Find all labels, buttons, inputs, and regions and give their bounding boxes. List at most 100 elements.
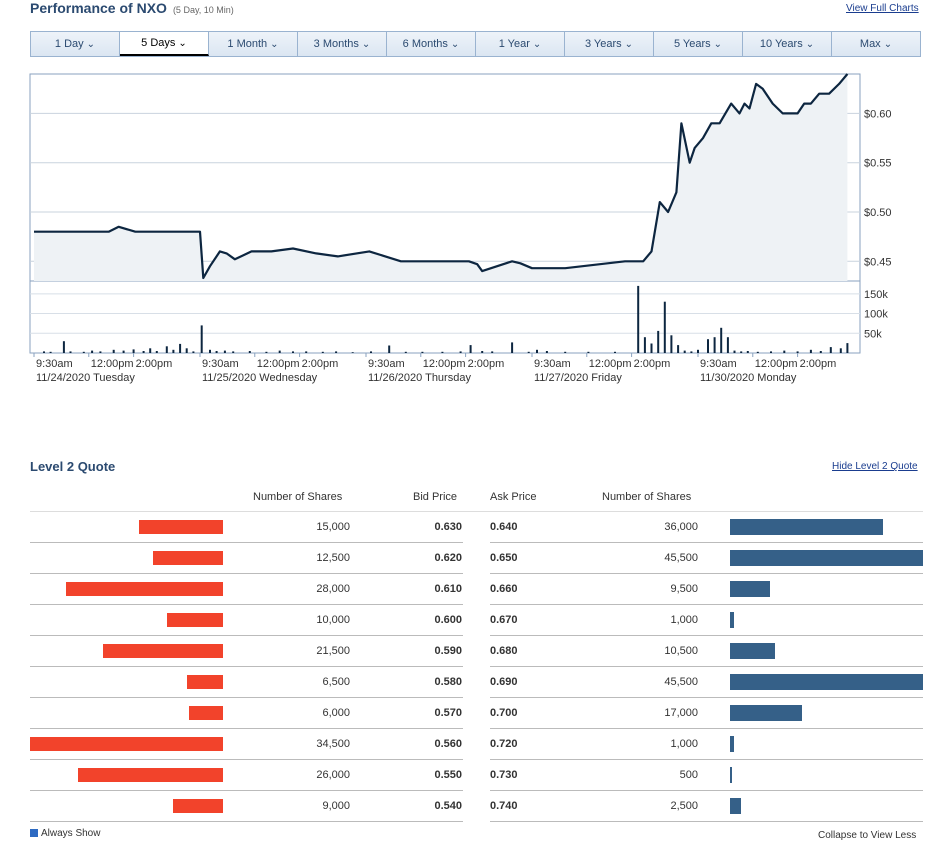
tab-5-years[interactable]: 5 Years ⌄ [654, 32, 743, 56]
volume-bar [278, 350, 281, 353]
ask-shares: 36,000 [664, 521, 698, 533]
volume-bar [670, 335, 673, 354]
volume-bar [99, 351, 102, 353]
level2-row: 6,000 0.570 0.700 17,000 [30, 698, 923, 729]
checkbox-icon[interactable] [30, 829, 38, 838]
bid-shares: 10,000 [316, 614, 350, 626]
tab-1-year[interactable]: 1 Year ⌄ [476, 32, 565, 56]
ask-price: 0.640 [490, 521, 518, 533]
x-tick-label: 2:00pm [468, 358, 505, 370]
ask-price: 0.660 [490, 583, 518, 595]
volume-bar [707, 339, 709, 353]
volume-bar [637, 285, 640, 353]
volume-bar [846, 343, 849, 353]
tab-label: 5 Days [141, 37, 176, 49]
price-tick-label: $0.45 [864, 256, 892, 268]
chevron-down-icon: ⌄ [805, 38, 815, 50]
bid-bar [153, 551, 223, 565]
ask-shares: 9,500 [670, 583, 698, 595]
bid-price: 0.540 [434, 800, 462, 812]
bid-price: 0.610 [434, 583, 462, 595]
bid-price: 0.590 [434, 645, 462, 657]
volume-bar [441, 351, 444, 353]
volume-bar [49, 351, 52, 353]
price-tick-label: $0.55 [864, 158, 892, 170]
x-tick-label: 12:00pm [589, 358, 632, 370]
bid-shares: 28,000 [316, 583, 350, 595]
price-area [34, 74, 848, 281]
chart-title: Performance of NXO (5 Day, 10 Min) [30, 0, 234, 16]
tab-max[interactable]: Max ⌄ [832, 32, 920, 56]
bid-price: 0.600 [434, 614, 462, 626]
day-label: 11/30/2020 Monday [700, 372, 797, 384]
bid-bar [187, 675, 223, 689]
level2-title: Level 2 Quote [30, 459, 116, 474]
tab-3-years[interactable]: 3 Years ⌄ [565, 32, 654, 56]
tab-1-day[interactable]: 1 Day ⌄ [31, 32, 120, 56]
chevron-down-icon: ⌄ [86, 38, 96, 50]
volume-bar [122, 350, 125, 353]
x-tick-label: 9:30am [534, 358, 571, 370]
volume-tick-label: 100k [864, 309, 888, 321]
volume-bar [155, 351, 158, 353]
volume-bar [142, 351, 145, 353]
chart-title-text: Performance of NXO [30, 0, 167, 16]
price-tick-label: $0.50 [864, 207, 892, 219]
bid-bar [189, 706, 223, 720]
row-divider [490, 821, 923, 822]
bid-bar [139, 520, 223, 534]
ask-bar [730, 550, 923, 566]
volume-bar [536, 349, 538, 353]
bid-price: 0.580 [434, 676, 462, 688]
volume-bar [491, 351, 494, 353]
tab-label: Max [859, 38, 881, 50]
volume-bar [335, 351, 338, 353]
volume-bar [192, 351, 195, 353]
always-show-option[interactable]: Always Show [30, 828, 100, 839]
ask-bar [730, 736, 734, 752]
bid-bar [66, 582, 223, 596]
view-full-charts-link[interactable]: View Full Charts [846, 3, 919, 14]
volume-bar [564, 351, 567, 353]
day-label: 11/24/2020 Tuesday [36, 372, 135, 384]
volume-bar [697, 349, 699, 353]
ask-price: 0.650 [490, 552, 518, 564]
volume-bar [770, 351, 772, 353]
volume-bar [690, 351, 693, 353]
volume-bar [683, 350, 686, 353]
volume-bar [209, 349, 211, 353]
period-tabs: 1 Day ⌄ 5 Days ⌄ 1 Month ⌄ 3 Months ⌄ 6 Months ⌄ 1… [30, 31, 921, 57]
tab-5-days[interactable]: 5 Days ⌄ [120, 32, 209, 56]
x-tick-label: 9:30am [36, 358, 73, 370]
ask-bar [730, 581, 770, 597]
volume-bar [404, 351, 407, 353]
hide-level2-link[interactable]: Hide Level 2 Quote [832, 461, 918, 472]
volume-bar [200, 325, 203, 353]
x-tick-label: 12:00pm [755, 358, 798, 370]
tab-1-month[interactable]: 1 Month ⌄ [209, 32, 298, 56]
bid-shares: 15,000 [316, 521, 350, 533]
tab-3-months[interactable]: 3 Months ⌄ [298, 32, 387, 56]
ask-price: 0.730 [490, 769, 518, 781]
volume-bar [149, 348, 152, 353]
x-tick-label: 2:00pm [634, 358, 671, 370]
day-label: 11/25/2020 Wednesday [202, 372, 318, 384]
always-show-label: Always Show [41, 828, 101, 839]
volume-bar [677, 345, 680, 353]
ask-shares: 1,000 [670, 614, 698, 626]
chart-subtitle: (5 Day, 10 Min) [172, 5, 234, 15]
bid-shares: 26,000 [316, 769, 350, 781]
volume-bar [248, 351, 251, 353]
volume-bar [663, 301, 666, 353]
bid-price: 0.620 [434, 552, 462, 564]
x-tick-label: 2:00pm [136, 358, 173, 370]
chevron-down-icon: ⌄ [624, 38, 634, 50]
tab-6-months[interactable]: 6 Months ⌄ [387, 32, 476, 56]
tab-10-years[interactable]: 10 Years ⌄ [743, 32, 832, 56]
volume-bar [733, 350, 736, 353]
volume-bar [469, 345, 472, 353]
tab-label: 6 Months [402, 38, 448, 50]
volume-bar [321, 351, 324, 353]
volume-bar [388, 345, 391, 353]
volume-bar [305, 351, 308, 353]
